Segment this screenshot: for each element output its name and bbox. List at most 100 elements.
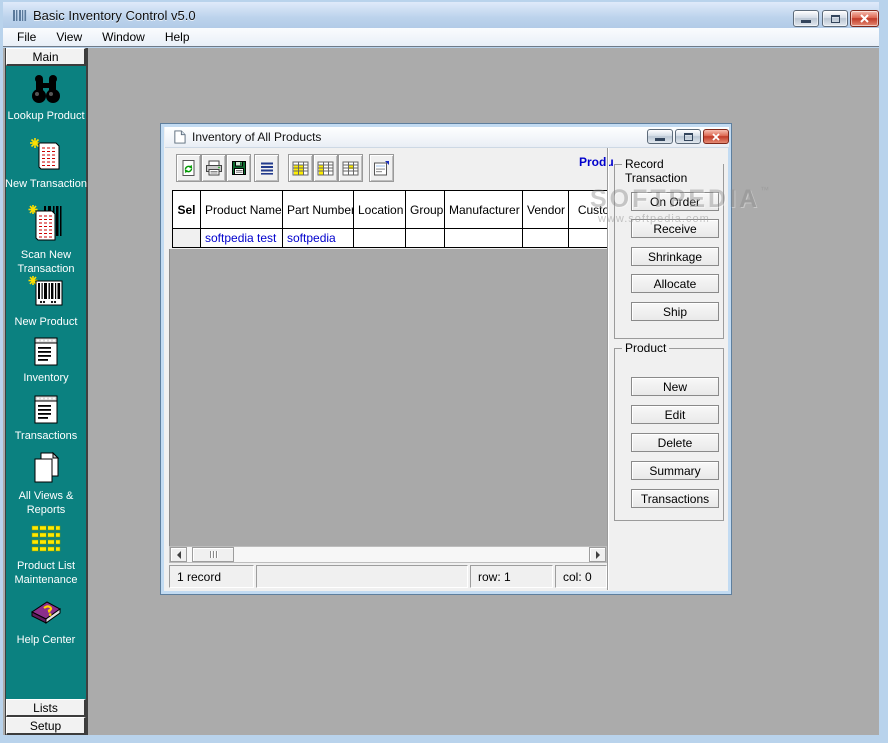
cell-location[interactable] [354,229,406,248]
shrinkage-button[interactable]: Shrinkage [631,247,719,266]
sidebar-item-product-list-maintenance[interactable]: Product List Maintenance [6,524,86,588]
sidebar-tab-lists[interactable]: Lists [6,699,86,717]
scrollbar-thumb[interactable] [192,547,234,562]
arrow-right-icon [596,551,604,559]
sidebar-item-inventory[interactable]: Inventory [6,334,86,385]
minimize-button[interactable] [793,10,819,27]
grid-view-3-button[interactable] [338,154,363,182]
list-view-button[interactable] [254,154,279,182]
close-icon [859,14,870,23]
new-barcode-icon [27,274,65,312]
status-record-count: 1 record [169,565,254,588]
menu-window[interactable]: Window [92,29,155,45]
barcode-app-icon [12,8,27,23]
sidebar-tab-setup[interactable]: Setup [6,717,86,735]
cell-manufacturer[interactable] [445,229,523,248]
sidebar-item-all-views-reports[interactable]: All Views & Reports [6,450,86,518]
column-header-manufacturer[interactable]: Manufacturer [445,191,523,229]
menu-help[interactable]: Help [155,29,200,45]
child-minimize-button[interactable] [647,129,673,144]
child-window-title: Inventory of All Products [192,130,321,144]
sidebar-item-new-transaction[interactable]: New Transaction [6,136,86,191]
column-header-sel[interactable]: Sel [173,191,201,229]
allocate-button[interactable]: Allocate [631,274,719,293]
cell-customer[interactable] [569,229,608,248]
refresh-icon [180,159,197,177]
row-select-cell[interactable] [173,229,201,248]
scroll-left-button[interactable] [170,547,187,562]
column-header-part-number[interactable]: Part Number [283,191,354,229]
printer-icon [205,160,223,176]
sidebar-item-label: New Transaction [5,177,87,191]
on-order-button[interactable]: On Order [631,192,719,211]
column-header-vendor[interactable]: Vendor [523,191,569,229]
sidebar-item-lookup-product[interactable]: Lookup Product [6,72,86,123]
grid-view-2-button[interactable] [313,154,338,182]
grip-icon [213,551,214,558]
refresh-button[interactable] [176,154,201,182]
products-grid: Sel Product Name Part Number Location Gr… [172,190,607,250]
delete-product-button[interactable]: Delete [631,433,719,452]
status-col: col: 0 [555,565,607,588]
help-book-icon [27,592,65,630]
list-rows-icon [259,161,275,175]
cell-product-name[interactable]: softpedia test [201,229,283,248]
notepad-icon [30,392,62,426]
form-view-button[interactable] [369,154,394,182]
grid-header-row: Sel Product Name Part Number Location Gr… [173,191,608,229]
grid-view-1-button[interactable] [288,154,313,182]
group-title: Record Transaction [622,157,723,185]
cell-group[interactable] [406,229,445,248]
ship-button[interactable]: Ship [631,302,719,321]
summary-button[interactable]: Summary [631,461,719,480]
cell-vendor[interactable] [523,229,569,248]
title-bar: Basic Inventory Control v5.0 [3,2,879,28]
column-header-group[interactable]: Group [406,191,445,229]
new-product-button[interactable]: New [631,377,719,396]
edit-product-button[interactable]: Edit [631,405,719,424]
sidebar-item-scan-new-transaction[interactable]: Scan New Transaction [6,203,86,277]
child-title-bar: Inventory of All Products [165,127,729,148]
sidebar-item-transactions[interactable]: Transactions [6,392,86,443]
child-maximize-button[interactable] [675,129,701,144]
sidebar: Main Lookup Product New Transaction [5,48,88,735]
window-title: Basic Inventory Control v5.0 [33,8,196,23]
save-button[interactable] [226,154,251,182]
grid-highlight-icon [292,161,309,176]
group-title: Product [622,341,669,355]
app-window: Basic Inventory Control v5.0 File View W… [0,0,888,743]
cell-part-number[interactable]: softpedia [283,229,354,248]
transactions-button[interactable]: Transactions [631,489,719,508]
sidebar-tab-main[interactable]: Main [6,48,86,66]
products-link[interactable]: Produ [579,155,615,169]
sidebar-item-help-center[interactable]: Help Center [6,592,86,647]
table-row[interactable]: softpedia test softpedia [173,229,608,248]
arrow-left-icon [173,551,181,559]
sidebar-item-new-product[interactable]: New Product [6,274,86,329]
scroll-right-button[interactable] [589,547,606,562]
binoculars-icon [29,72,63,106]
column-header-customer[interactable]: Custom [569,191,608,229]
sidebar-item-label: Lookup Product [5,109,87,123]
document-icon [173,130,186,144]
horizontal-scrollbar[interactable] [169,546,607,563]
child-close-button[interactable] [703,129,729,144]
menu-view[interactable]: View [46,29,92,45]
status-message [256,565,468,588]
column-header-product-name[interactable]: Product Name [201,191,283,229]
close-button[interactable] [850,10,879,27]
maximize-button[interactable] [822,10,848,27]
menu-file[interactable]: File [7,29,46,45]
print-button[interactable] [201,154,226,182]
pages-icon [29,450,63,486]
sidebar-item-label: Transactions [5,429,87,443]
floppy-disk-icon [231,160,247,176]
notepad-icon [30,334,62,368]
column-header-location[interactable]: Location [354,191,406,229]
menu-bar: File View Window Help [3,28,879,47]
panel-divider [607,148,608,590]
minimize-icon [801,20,811,23]
receive-button[interactable]: Receive [631,219,719,238]
record-transaction-group: Record Transaction On Order Receive Shri… [614,164,724,339]
grip-icon [210,551,211,558]
